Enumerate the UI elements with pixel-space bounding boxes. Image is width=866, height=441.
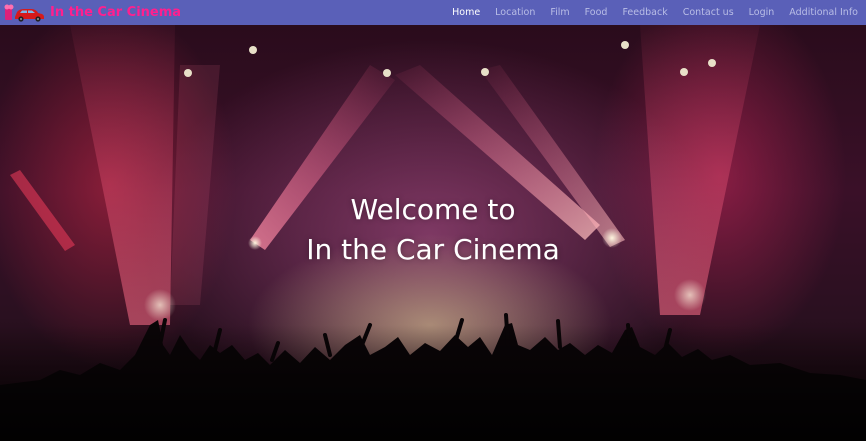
nav-home[interactable]: Home	[452, 7, 480, 18]
top-navbar: In the Car Cinema Home Location Film Foo…	[0, 0, 866, 25]
nav-food[interactable]: Food	[585, 7, 608, 18]
nav-contact-us[interactable]: Contact us	[683, 7, 734, 18]
hero-heading-line2: In the Car Cinema	[306, 233, 560, 266]
brand-link[interactable]: In the Car Cinema	[0, 0, 181, 25]
car-logo-icon	[2, 2, 48, 24]
nav-login[interactable]: Login	[749, 7, 775, 18]
nav-additional-info[interactable]: Additional Info	[789, 7, 858, 18]
nav-links: Home Location Film Food Feedback Contact…	[437, 0, 866, 25]
brand-name[interactable]: In the Car Cinema	[50, 5, 181, 20]
nav-location[interactable]: Location	[495, 7, 535, 18]
nav-film[interactable]: Film	[550, 7, 569, 18]
nav-feedback[interactable]: Feedback	[622, 7, 667, 18]
hero-heading-line1: Welcome to	[350, 193, 516, 226]
hero-banner: Welcome to In the Car Cinema	[0, 25, 866, 441]
